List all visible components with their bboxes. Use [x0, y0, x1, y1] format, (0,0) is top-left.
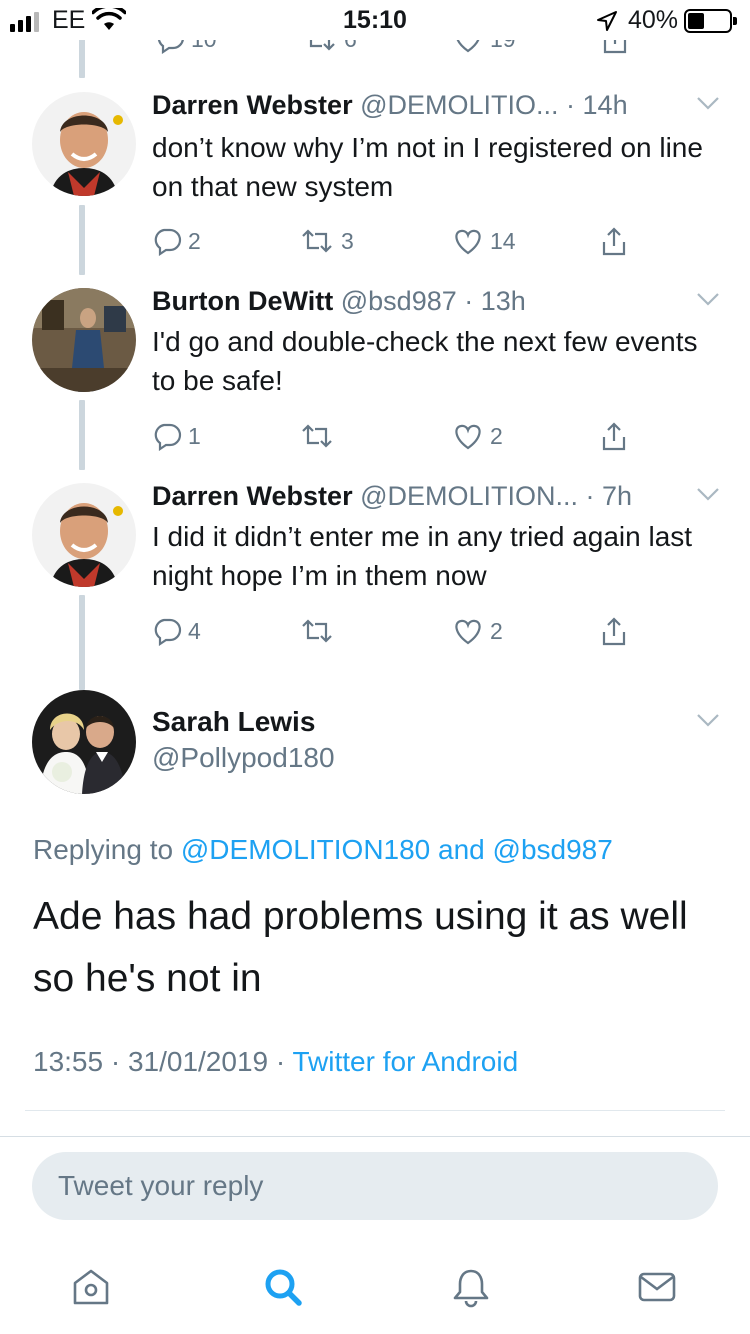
- like-button[interactable]: 2: [452, 421, 503, 451]
- like-count: 14: [490, 227, 516, 254]
- tweet-source-link[interactable]: Twitter for Android: [292, 1046, 518, 1077]
- retweet-icon: [302, 229, 332, 253]
- avatar[interactable]: [32, 483, 136, 587]
- like-count-partial[interactable]: 19: [452, 40, 516, 54]
- reply-icon: [154, 228, 182, 256]
- partial-action-row: 10 6 19: [0, 40, 750, 64]
- mention-link[interactable]: @bsd987: [493, 834, 613, 865]
- reply-button[interactable]: 4: [152, 616, 201, 646]
- search-icon: [265, 1269, 302, 1306]
- messages-icon: [638, 1272, 676, 1302]
- tweet-timestamp: 13:55 · 31/01/2019 ·: [33, 1046, 286, 1077]
- author-name[interactable]: Burton DeWitt: [152, 286, 333, 316]
- reply-count-partial[interactable]: 10: [155, 40, 217, 54]
- tweet-actions: 2 3 14: [152, 226, 652, 260]
- tab-bar: [0, 1250, 750, 1320]
- tab-home[interactable]: [66, 1262, 116, 1312]
- author-name[interactable]: Darren Webster: [152, 481, 353, 511]
- share-button[interactable]: [599, 616, 629, 648]
- tweet-meta: 13:55 · 31/01/2019 · Twitter for Android: [33, 1046, 518, 1078]
- divider: [25, 1110, 725, 1111]
- share-button[interactable]: [599, 421, 629, 453]
- tweet-header: Darren Webster @DEMOLITION... · 7h: [152, 481, 632, 512]
- status-bar: EE 15:10 40%: [0, 0, 750, 40]
- author-handle[interactable]: @DEMOLITION...: [360, 481, 578, 511]
- author-name[interactable]: Darren Webster: [152, 90, 353, 120]
- tweet-actions: 1 2: [152, 421, 652, 455]
- avatar[interactable]: [32, 690, 136, 794]
- share-icon: [602, 617, 626, 646]
- tweet-time: · 14h: [566, 90, 628, 120]
- battery-percent: 40%: [628, 6, 679, 34]
- chevron-down-icon[interactable]: [696, 713, 720, 732]
- tweet-header: Darren Webster @DEMOLITIO... · 14h: [152, 90, 628, 121]
- like-count: 2: [490, 617, 503, 644]
- like-count: 2: [490, 422, 503, 449]
- reply-button[interactable]: 2: [152, 226, 201, 256]
- heart-icon: [455, 229, 481, 255]
- reply-icon: [154, 618, 182, 646]
- reply-count: 2: [188, 227, 201, 254]
- chevron-down-icon[interactable]: [696, 487, 720, 506]
- author-handle[interactable]: @bsd987: [341, 286, 457, 316]
- replying-and[interactable]: and: [438, 834, 485, 865]
- avatar[interactable]: [32, 288, 136, 392]
- thread-connector: [79, 40, 85, 78]
- reply-icon: [154, 423, 182, 451]
- reply-count: 1: [188, 422, 201, 449]
- reply-input[interactable]: [58, 1152, 698, 1220]
- share-icon-partial[interactable]: [600, 40, 630, 56]
- thread-connector: [79, 205, 85, 275]
- chevron-down-icon[interactable]: [696, 96, 720, 115]
- like-button[interactable]: 14: [452, 226, 516, 256]
- location-arrow-icon: [596, 10, 618, 37]
- author-name[interactable]: Sarah Lewis: [152, 706, 315, 738]
- tweet-text: I'd go and double-check the next few eve…: [152, 326, 698, 396]
- retweet-icon: [302, 424, 332, 448]
- thread-connector: [79, 400, 85, 470]
- chevron-down-icon[interactable]: [696, 292, 720, 311]
- thread-connector: [79, 595, 85, 690]
- tweet-time: · 7h: [585, 481, 633, 511]
- retweet-icon: [302, 619, 332, 643]
- replying-prefix: Replying to: [33, 834, 174, 865]
- like-button[interactable]: 2: [452, 616, 503, 646]
- tab-notifications[interactable]: [446, 1262, 496, 1312]
- tab-messages[interactable]: [632, 1262, 682, 1312]
- share-icon: [602, 227, 626, 256]
- tweet-text: I did it didn’t enter me in any tried ag…: [152, 521, 693, 591]
- battery-icon: [684, 9, 737, 33]
- author-handle[interactable]: @DEMOLITIO...: [360, 90, 558, 120]
- retweet-count: 3: [341, 227, 354, 254]
- reply-composer[interactable]: [32, 1152, 718, 1220]
- tweet-text: don’t know why I’m not in I registered o…: [152, 132, 703, 202]
- retweet-button[interactable]: [299, 616, 341, 646]
- tweet-actions: 4 2: [152, 616, 652, 650]
- divider: [0, 1136, 750, 1137]
- reply-button[interactable]: 1: [152, 421, 201, 451]
- tab-search[interactable]: [258, 1262, 308, 1312]
- home-icon: [73, 1269, 109, 1305]
- notifications-icon: [453, 1269, 489, 1308]
- author-handle[interactable]: @Pollypod180: [152, 742, 335, 774]
- retweet-button[interactable]: [299, 421, 341, 451]
- replying-to: Replying to @DEMOLITION180 and @bsd987: [33, 834, 613, 866]
- mention-link[interactable]: @DEMOLITION180: [181, 834, 430, 865]
- main-tweet-text: Ade has had problems using it as well so…: [33, 895, 688, 1000]
- tweet-header: Burton DeWitt @bsd987 · 13h: [152, 286, 526, 317]
- reply-count: 4: [188, 617, 201, 644]
- heart-icon: [455, 619, 481, 645]
- retweet-button[interactable]: 3: [299, 226, 354, 256]
- retweet-count-partial[interactable]: 6: [302, 40, 357, 54]
- share-icon: [602, 422, 626, 451]
- heart-icon: [455, 424, 481, 450]
- avatar[interactable]: [32, 92, 136, 196]
- tweet-time: · 13h: [464, 286, 526, 316]
- share-button[interactable]: [599, 226, 629, 258]
